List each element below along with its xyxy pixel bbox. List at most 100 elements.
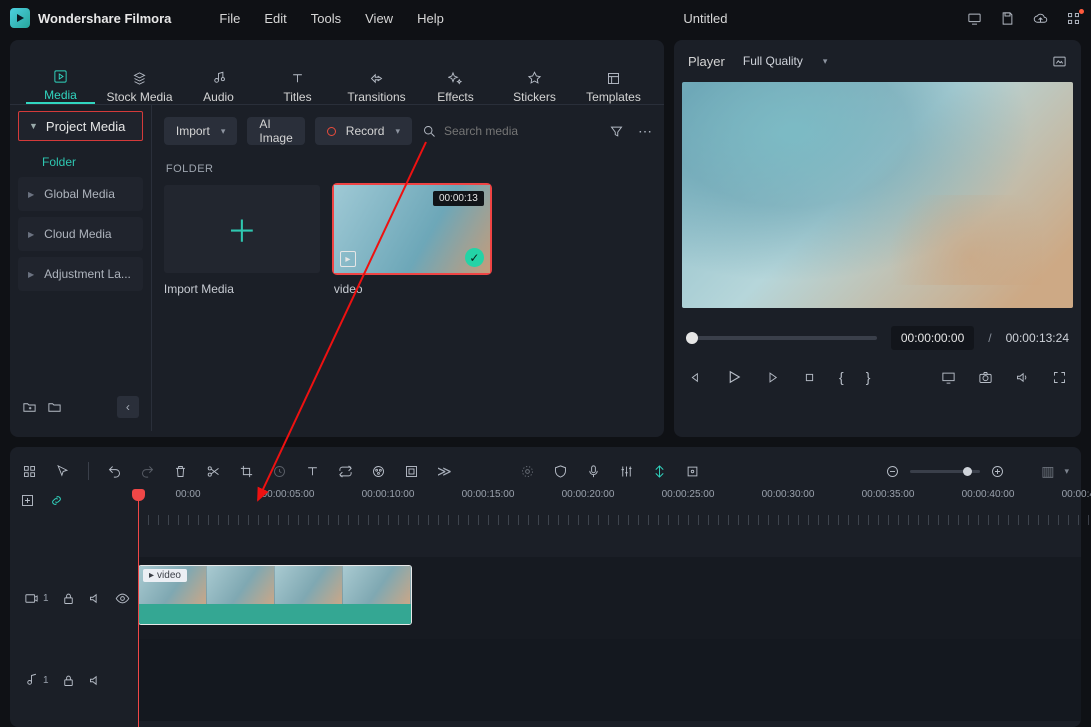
time-ruler[interactable]: 00:00 00:00:05:00 00:00:10:00 00:00:15:0… — [138, 489, 1091, 525]
text-icon[interactable] — [305, 464, 320, 479]
total-time: 00:00:13:24 — [1006, 331, 1069, 345]
frame-icon[interactable] — [404, 464, 419, 479]
save-icon[interactable] — [1000, 11, 1015, 26]
color-icon[interactable] — [371, 464, 386, 479]
shield-icon[interactable] — [553, 464, 568, 479]
more-icon[interactable]: ⋯ — [638, 123, 652, 140]
marker-target-icon[interactable] — [520, 464, 535, 479]
mute-icon[interactable] — [88, 591, 103, 606]
duration-badge: 00:00:13 — [433, 191, 484, 206]
display-icon[interactable] — [941, 370, 956, 385]
new-folder-icon[interactable] — [22, 400, 37, 415]
preview-viewport[interactable] — [682, 82, 1073, 308]
next-frame-icon[interactable] — [765, 370, 780, 385]
tab-stickers[interactable]: Stickers — [500, 46, 569, 104]
record-button[interactable]: Record▾ — [315, 117, 412, 145]
tab-titles[interactable]: Titles — [263, 46, 332, 104]
collapse-sidebar-button[interactable]: ‹ — [117, 396, 139, 418]
camera-icon[interactable] — [978, 370, 993, 385]
current-time: 00:00:00:00 — [891, 326, 974, 350]
apps-icon[interactable] — [1066, 11, 1081, 26]
mark-in-icon[interactable]: { — [839, 369, 844, 385]
snapshot-icon[interactable] — [1052, 54, 1067, 69]
asset-tabs: Media Stock Media Audio Titles Transitio… — [10, 40, 664, 105]
grid-icon[interactable] — [22, 464, 37, 479]
import-button[interactable]: Import▾ — [164, 117, 238, 145]
menu-tools[interactable]: Tools — [311, 11, 341, 26]
player-label: Player — [688, 54, 725, 69]
timeline-clip-video[interactable]: ▸ video — [138, 565, 412, 625]
mixer-icon[interactable] — [619, 464, 634, 479]
zoom-slider[interactable] — [910, 470, 980, 473]
mute-icon[interactable] — [88, 673, 103, 688]
video-track-icon — [24, 591, 39, 606]
menu-view[interactable]: View — [365, 11, 393, 26]
eye-icon[interactable] — [115, 591, 130, 606]
titlebar-actions — [967, 11, 1081, 26]
zoom-in-icon[interactable] — [990, 464, 1005, 479]
mark-out-icon[interactable]: } — [866, 369, 871, 385]
split-icon[interactable] — [206, 464, 221, 479]
redo-icon[interactable] — [140, 464, 155, 479]
used-check-icon: ✓ — [465, 248, 484, 267]
fullscreen-icon[interactable] — [1052, 370, 1067, 385]
media-sidebar: ▼Project Media Folder ▶Global Media ▶Clo… — [10, 105, 152, 431]
cursor-icon[interactable] — [55, 464, 70, 479]
mic-icon[interactable] — [586, 464, 601, 479]
preview-panel: Player Full Quality▾ 00:00:00:00 / 00:00… — [674, 40, 1081, 437]
preview-controls: { } — [674, 350, 1081, 396]
media-thumbnail-video[interactable]: 00:00:13 ▸ ✓ video — [334, 185, 490, 296]
device-icon[interactable] — [967, 11, 982, 26]
sidebar-item-global-media[interactable]: ▶Global Media — [18, 177, 143, 211]
time-separator: / — [988, 331, 991, 345]
snap-icon[interactable] — [652, 464, 667, 479]
guide-icon[interactable] — [685, 464, 700, 479]
volume-icon[interactable] — [1015, 370, 1030, 385]
lock-icon[interactable] — [61, 591, 76, 606]
more-tools-icon[interactable]: ≫ — [437, 463, 452, 480]
speed-icon[interactable] — [272, 464, 287, 479]
tab-stock-media[interactable]: Stock Media — [105, 46, 174, 104]
zoom-out-icon[interactable] — [885, 464, 900, 479]
folder-icon[interactable] — [47, 400, 62, 415]
filter-icon[interactable] — [609, 123, 624, 140]
menu-file[interactable]: File — [219, 11, 240, 26]
search-input[interactable] — [444, 124, 599, 138]
import-media-tile[interactable]: ＋ Import Media — [164, 185, 320, 296]
title-bar: Wondershare Filmora File Edit Tools View… — [0, 0, 1091, 36]
menu-edit[interactable]: Edit — [264, 11, 286, 26]
delete-icon[interactable] — [173, 464, 188, 479]
scrub-bar[interactable] — [686, 336, 877, 340]
ai-image-button[interactable]: AI Image — [247, 117, 304, 145]
app-logo-icon — [10, 8, 30, 28]
playhead[interactable] — [138, 489, 139, 727]
media-content: Import▾ AI Image Record▾ ⋯ FOLDER ＋ — [152, 105, 664, 431]
crop-icon[interactable] — [239, 464, 254, 479]
loop-icon[interactable] — [338, 464, 353, 479]
lock-icon[interactable] — [61, 673, 76, 688]
tab-transitions[interactable]: Transitions — [342, 46, 411, 104]
cloud-upload-icon[interactable] — [1033, 11, 1048, 26]
stop-icon[interactable] — [802, 370, 817, 385]
tab-effects[interactable]: Effects — [421, 46, 490, 104]
document-title: Untitled — [462, 11, 949, 26]
tab-media[interactable]: Media — [26, 46, 95, 104]
add-track-icon[interactable] — [20, 493, 35, 508]
add-to-timeline-icon[interactable]: ▸ — [340, 251, 356, 267]
plus-icon: ＋ — [227, 207, 257, 251]
prev-frame-icon[interactable] — [688, 370, 703, 385]
menu-help[interactable]: Help — [417, 11, 444, 26]
folder-section-label: FOLDER — [166, 163, 652, 175]
quality-dropdown[interactable]: Full Quality▾ — [743, 54, 828, 68]
sidebar-item-cloud-media[interactable]: ▶Cloud Media — [18, 217, 143, 251]
sidebar-item-adjustment-layer[interactable]: ▶Adjustment La... — [18, 257, 143, 291]
zoom-fit-icon[interactable]: ▥ — [1041, 463, 1054, 480]
play-icon[interactable] — [725, 368, 743, 386]
folder-heading: Folder — [42, 155, 143, 169]
undo-icon[interactable] — [107, 464, 122, 479]
link-icon[interactable] — [49, 493, 64, 508]
scrub-knob[interactable] — [686, 332, 698, 344]
tab-templates[interactable]: Templates — [579, 46, 648, 104]
tab-audio[interactable]: Audio — [184, 46, 253, 104]
sidebar-item-project-media[interactable]: ▼Project Media — [18, 111, 143, 141]
